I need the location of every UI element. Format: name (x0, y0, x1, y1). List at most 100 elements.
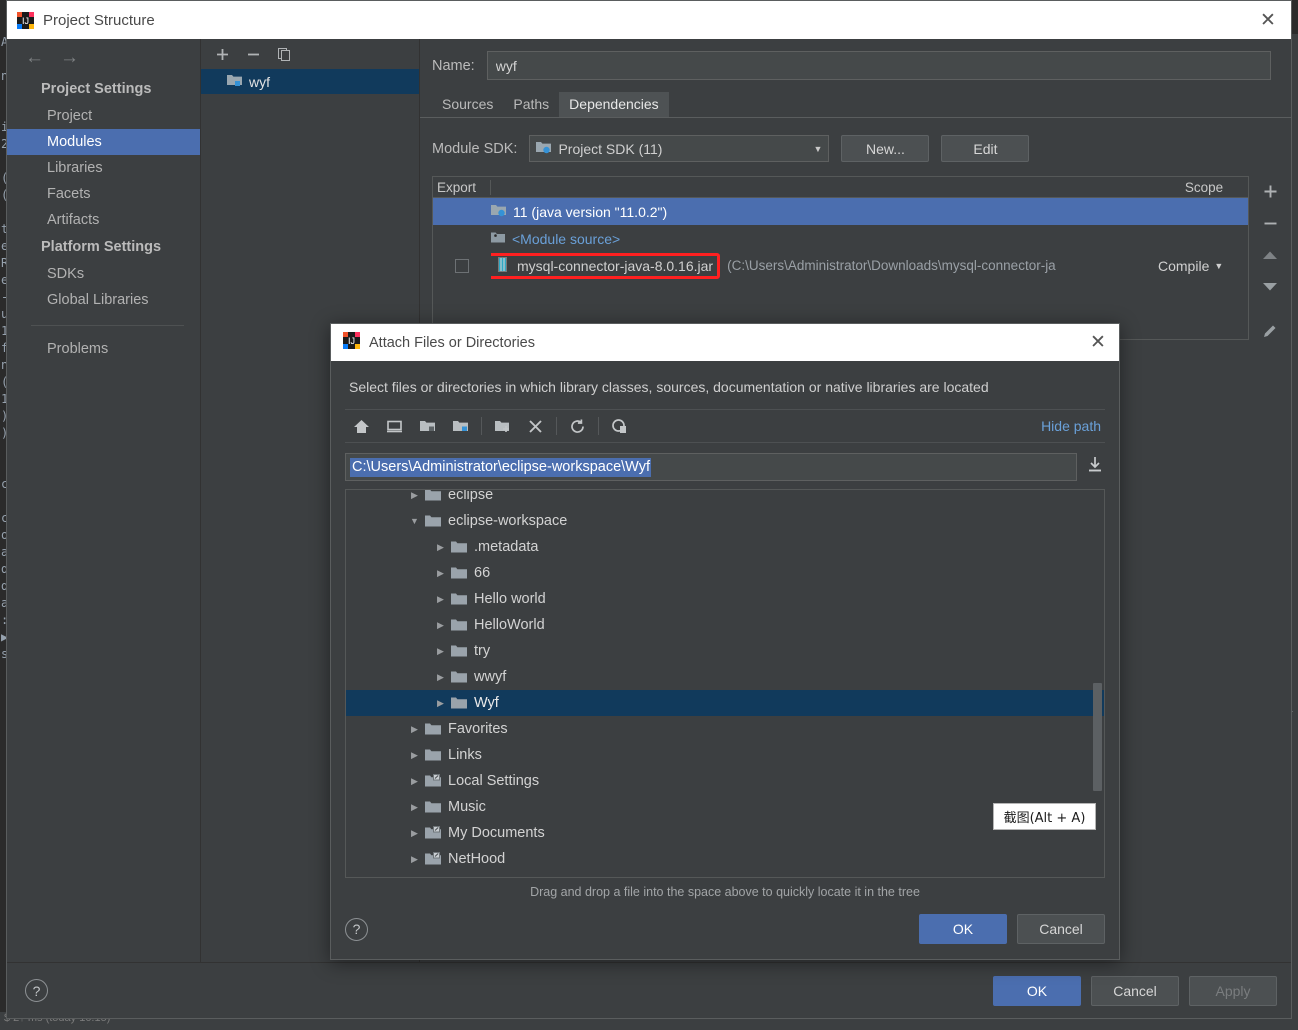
folder-shortcut-icon (425, 774, 441, 788)
chevron-right-icon[interactable]: ▶ (434, 646, 447, 657)
table-row[interactable]: 11 (java version "11.0.2") (433, 198, 1248, 225)
sidebar-item-facets[interactable]: Facets (7, 181, 200, 207)
folder-icon (451, 670, 467, 684)
chevron-right-icon[interactable]: ▶ (408, 854, 421, 865)
attach-ok-button[interactable]: OK (919, 914, 1007, 944)
sidebar-item-libraries[interactable]: Libraries (7, 155, 200, 181)
module-tabs: Sources Paths Dependencies (420, 90, 1291, 118)
jar-highlight-annotation: mysql-connector-java-8.0.16.jar (491, 252, 721, 279)
chevron-right-icon[interactable]: ▶ (434, 594, 447, 605)
project-folder-icon[interactable] (411, 412, 444, 440)
tree-item-try[interactable]: ▶ try (346, 638, 1104, 664)
tab-paths[interactable]: Paths (503, 92, 559, 117)
close-icon[interactable]: ✕ (1255, 7, 1281, 33)
add-dependency-icon[interactable] (1263, 182, 1278, 200)
chevron-right-icon[interactable]: ▶ (408, 776, 421, 787)
close-icon[interactable]: ✕ (1085, 330, 1111, 356)
tree-item-music[interactable]: ▶ Music (346, 794, 1104, 820)
tree-item-eclipse-workspace[interactable]: ▼ eclipse-workspace (346, 508, 1104, 534)
sidebar-item-problems[interactable]: Problems (7, 336, 200, 362)
tree-item-links[interactable]: ▶ Links (346, 742, 1104, 768)
tree-item-label: Music (448, 799, 486, 815)
save-to-disk-icon[interactable] (1085, 456, 1105, 478)
desktop-icon[interactable] (378, 412, 411, 440)
tree-item-helloworld[interactable]: ▶ HelloWorld (346, 612, 1104, 638)
tree-item-pictures[interactable]: ▶Pictures (346, 872, 1104, 877)
apply-button[interactable]: Apply (1189, 975, 1277, 1006)
file-tree[interactable]: ▶ eclipse ▼ eclipse-workspace ▶ .metadata ▶ 66 ▶… (345, 489, 1105, 878)
ok-button[interactable]: OK (993, 975, 1081, 1006)
help-icon[interactable]: ? (25, 979, 48, 1002)
tree-item-eclipse[interactable]: ▶ eclipse (346, 490, 1104, 508)
new-sdk-button[interactable]: New... (841, 135, 930, 162)
tree-item-wwyf[interactable]: ▶ wwyf (346, 664, 1104, 690)
move-up-icon[interactable] (1262, 246, 1278, 264)
chevron-right-icon[interactable]: ▶ (408, 724, 421, 735)
sidebar-item-modules[interactable]: Modules (7, 129, 200, 155)
chevron-right-icon[interactable]: ▶ (408, 828, 421, 839)
chevron-right-icon[interactable]: ▶ (408, 802, 421, 813)
tree-item-local-settings[interactable]: ▶ Local Settings (346, 768, 1104, 794)
dependencies-side-toolbar (1249, 176, 1291, 340)
tree-scrollbar-thumb[interactable] (1093, 683, 1102, 791)
forward-arrow-icon[interactable]: → (60, 48, 79, 67)
new-folder-icon[interactable] (486, 412, 519, 440)
dependencies-area: Export Scope 11 (java version "11.0.2") … (420, 176, 1291, 340)
tree-item-label: Favorites (448, 721, 508, 737)
module-name-row: Name: (420, 39, 1291, 90)
tree-item-nethood[interactable]: ▶ NetHood (346, 846, 1104, 872)
export-cell[interactable] (433, 258, 491, 273)
chevron-right-icon[interactable]: ▶ (408, 750, 421, 761)
chevron-right-icon[interactable]: ▶ (408, 490, 421, 501)
home-icon[interactable] (345, 412, 378, 440)
remove-module-icon[interactable] (246, 47, 261, 62)
tab-sources[interactable]: Sources (432, 92, 503, 117)
show-hidden-icon[interactable] (603, 412, 636, 440)
path-input[interactable]: C:\Users\Administrator\eclipse-workspace… (345, 453, 1077, 481)
tab-dependencies[interactable]: Dependencies (559, 92, 669, 117)
sidebar-item-sdks[interactable]: SDKs (7, 261, 200, 287)
sidebar-item-global-libraries[interactable]: Global Libraries (7, 287, 200, 313)
tree-item-metadata[interactable]: ▶ .metadata (346, 534, 1104, 560)
add-module-icon[interactable] (215, 47, 230, 62)
export-checkbox[interactable] (455, 258, 469, 273)
scope-cell[interactable]: Compile ▼ (1158, 258, 1248, 274)
file-chooser-toolbar: Hide path (345, 409, 1105, 443)
chevron-down-icon[interactable]: ▼ (408, 516, 421, 526)
table-row[interactable]: <Module source> (433, 225, 1248, 252)
hide-path-link[interactable]: Hide path (1041, 418, 1105, 434)
tree-item-66[interactable]: ▶ 66 (346, 560, 1104, 586)
help-icon[interactable]: ? (345, 917, 368, 941)
edit-sdk-button[interactable]: Edit (941, 135, 1030, 162)
tree-item-my-documents[interactable]: ▶ My Documents (346, 820, 1104, 846)
attach-cancel-button[interactable]: Cancel (1017, 914, 1105, 944)
folder-icon (451, 566, 467, 580)
name-label: Name: (432, 57, 475, 74)
back-arrow-icon[interactable]: ← (25, 48, 44, 67)
table-row[interactable]: mysql-connector-java-8.0.16.jar (C:\User… (433, 252, 1248, 279)
chevron-right-icon[interactable]: ▶ (434, 542, 447, 553)
sidebar-item-project[interactable]: Project (7, 103, 200, 129)
tree-item-favorites[interactable]: ▶ Favorites (346, 716, 1104, 742)
folder-icon (425, 490, 441, 502)
chevron-right-icon[interactable]: ▶ (434, 698, 447, 709)
module-folder-icon[interactable] (444, 412, 477, 440)
edit-pencil-icon[interactable] (1262, 322, 1278, 340)
chevron-right-icon[interactable]: ▶ (434, 620, 447, 631)
module-row-wyf[interactable]: wyf (201, 69, 419, 94)
cancel-button[interactable]: Cancel (1091, 975, 1179, 1006)
module-name-input[interactable] (486, 51, 1271, 80)
folder-icon (451, 618, 467, 632)
chevron-right-icon[interactable]: ▶ (434, 568, 447, 579)
refresh-icon[interactable] (561, 412, 594, 440)
sidebar-item-artifacts[interactable]: Artifacts (7, 207, 200, 233)
chevron-right-icon[interactable]: ▶ (434, 672, 447, 683)
tree-item-hello-world[interactable]: ▶ Hello world (346, 586, 1104, 612)
move-down-icon[interactable] (1262, 278, 1278, 296)
module-sdk-dropdown[interactable]: Project SDK (11) ▼ (529, 135, 830, 162)
remove-dependency-icon[interactable] (1263, 214, 1278, 232)
tree-item-wyf[interactable]: ▶ Wyf (346, 690, 1104, 716)
delete-icon[interactable] (519, 412, 552, 440)
copy-module-icon[interactable] (277, 47, 292, 62)
module-sdk-label: Module SDK: (432, 140, 518, 157)
